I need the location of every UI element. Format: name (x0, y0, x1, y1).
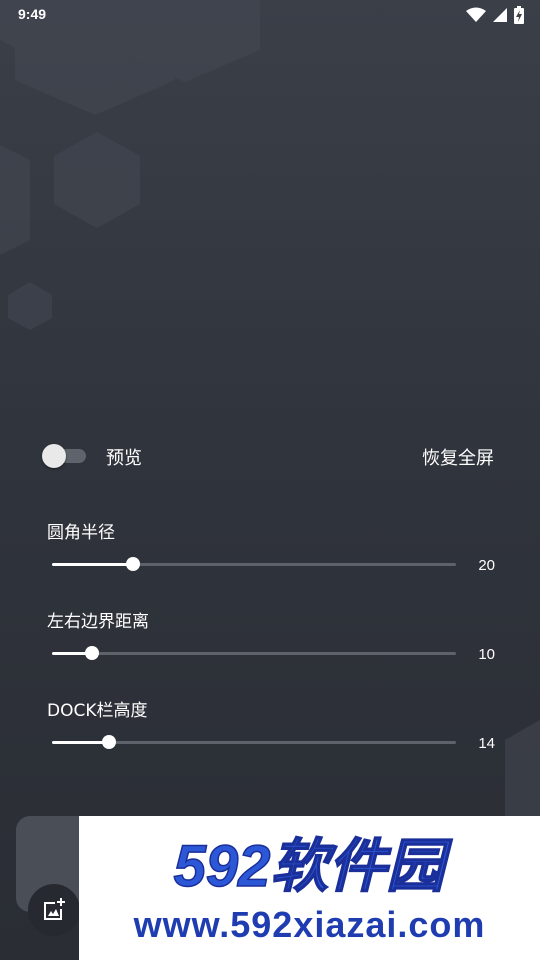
status-icons (466, 6, 524, 24)
dock-height-slider[interactable] (52, 732, 456, 752)
wifi-icon (466, 7, 486, 22)
dock-height-label: DOCK栏高度 (47, 701, 148, 721)
dock-height-value: 14 (478, 735, 495, 752)
slider-fill (52, 741, 109, 744)
watermark-url: www.592xiazai.com (133, 904, 486, 945)
preview-toggle[interactable] (42, 444, 88, 468)
preview-label: 预览 (106, 448, 142, 469)
side-margin-label: 左右边界距离 (47, 612, 149, 632)
corner-radius-slider[interactable] (52, 554, 456, 574)
slider-fill (52, 563, 133, 566)
toggle-thumb (42, 444, 66, 468)
side-margin-value: 10 (478, 646, 495, 663)
add-image-icon (44, 898, 65, 920)
cell-signal-icon (493, 8, 507, 22)
side-margin-slider[interactable] (52, 643, 456, 663)
slider-thumb[interactable] (126, 557, 140, 571)
status-bar: 9:49 (0, 0, 540, 32)
restore-fullscreen-button[interactable]: 恢复全屏 (422, 444, 494, 470)
status-time: 9:49 (18, 6, 47, 22)
corner-radius-label: 圆角半径 (47, 523, 115, 543)
battery-charging-icon (514, 6, 524, 24)
slider-track (52, 652, 456, 655)
add-image-button[interactable] (28, 884, 80, 936)
watermark-banner: 592软件园 www.592xiazai.com (79, 816, 540, 960)
svg-text:592软件园: 592软件园 (174, 834, 454, 899)
preview-row: 预览 恢复全屏 (0, 438, 540, 472)
slider-thumb[interactable] (85, 646, 99, 660)
watermark-logo: 592软件园 (173, 833, 454, 900)
corner-radius-value: 20 (478, 557, 495, 574)
slider-thumb[interactable] (102, 735, 116, 749)
